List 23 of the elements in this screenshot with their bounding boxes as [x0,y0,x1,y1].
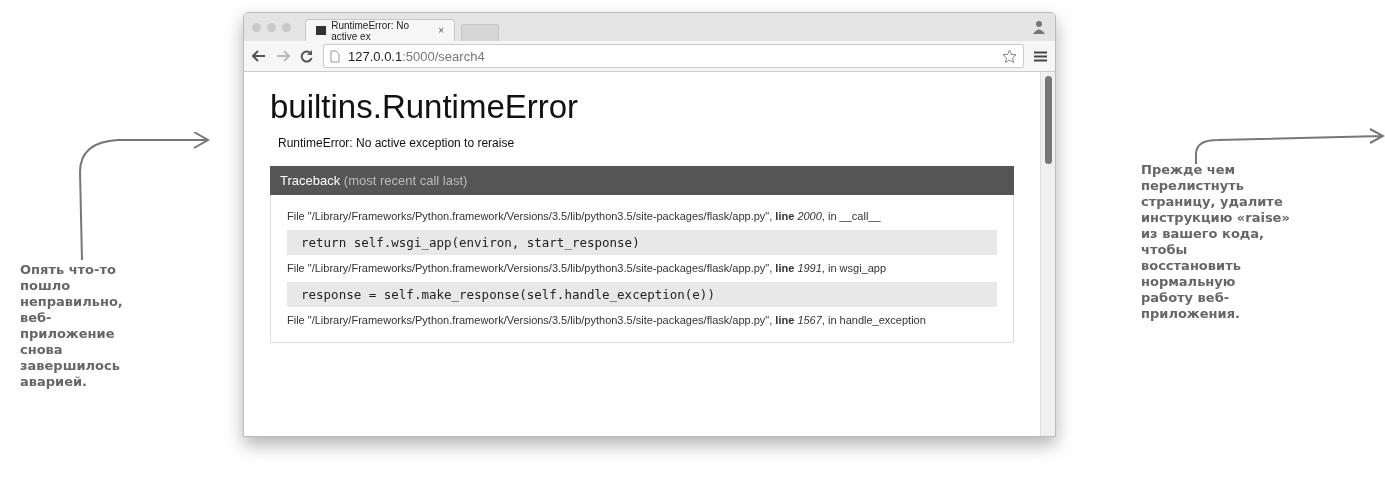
traceback-subtitle: (most recent call last) [343,173,468,188]
annotation-text: Опять что-то пошло неправильно, веб-приложение снова завершилось аварией. [20,262,124,390]
bookmark-star-icon[interactable] [1002,48,1017,64]
terminal-icon [316,26,327,35]
address-bar[interactable]: 127.0.0.1:5000/search4 [323,44,1024,68]
frame-location: File "/Library/Frameworks/Python.framework/Versions/3.5/lib/python3.5/site-packages/flask/app.py", line 1991, in wsgi_app [287,261,888,276]
url-text: 127.0.0.1:5000/search4 [348,48,485,64]
back-icon[interactable] [252,50,266,62]
forward-icon[interactable] [276,50,290,62]
scrollbar[interactable] [1040,72,1055,436]
user-icon[interactable] [1031,19,1047,35]
error-heading: builtins.RuntimeError [270,88,580,126]
traceback-title: Traceback [280,173,341,188]
page-icon [330,49,340,63]
reload-icon[interactable] [300,49,313,63]
tab-close-button[interactable]: × [438,25,444,36]
browser-tab[interactable]: RuntimeError: No active ex × [305,19,455,41]
tab-title: RuntimeError: No active ex [331,19,410,42]
annotation-text: Прежде чем перелистнуть страницу, удалите инструкцию «raise» из вашего кода, чтобы восстановить нормальную работу веб-приложения. [1141,162,1291,322]
frame-location: File "/Library/Frameworks/Python.framework/Versions/3.5/lib/python3.5/site-packages/flask/app.py", line 1567, in handle_exception [287,313,927,328]
error-message: RuntimeError: No active exception to reraise [278,136,516,150]
frame-location: File "/Library/Frameworks/Python.framework/Versions/3.5/lib/python3.5/site-packages/flask/app.py", line 2000, in __call__ [287,209,882,224]
menu-icon[interactable] [1034,50,1047,62]
